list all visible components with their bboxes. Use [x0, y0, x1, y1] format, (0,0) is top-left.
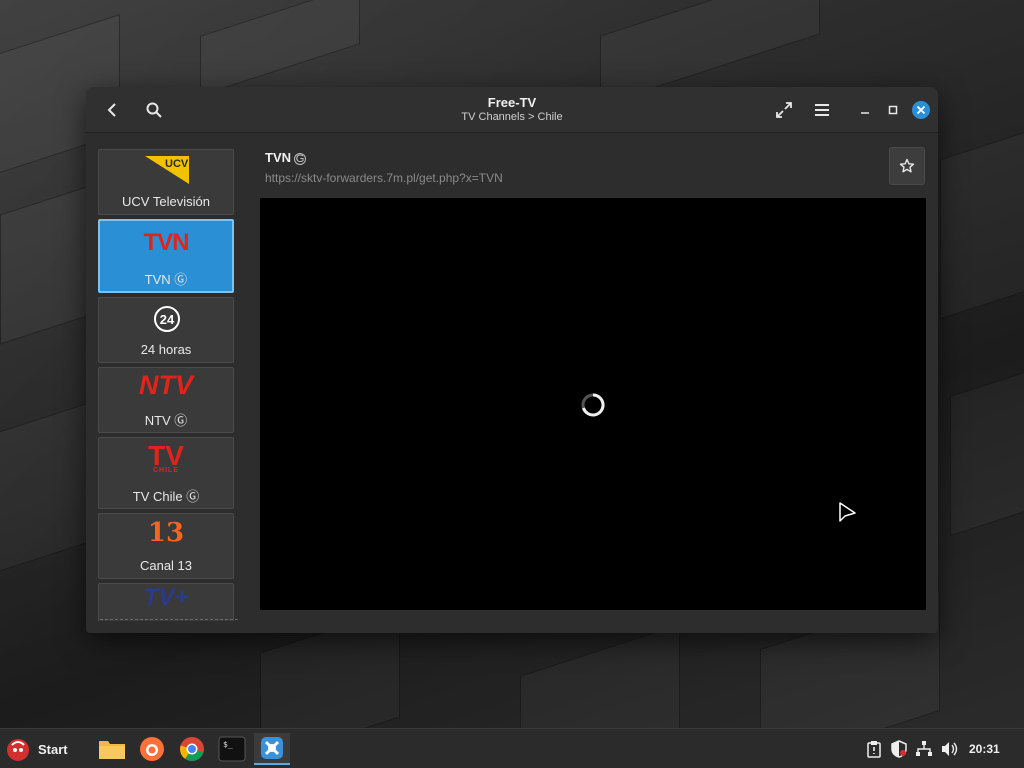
freetv-icon	[261, 737, 283, 759]
volume-icon	[942, 742, 958, 756]
clipboard-icon	[867, 741, 881, 758]
network-icon	[916, 741, 932, 756]
channel-url: https://sktv-forwarders.7m.pl/get.php?x=…	[265, 171, 503, 185]
tray-clipboard[interactable]	[864, 739, 884, 759]
channel-item-tv-plus[interactable]: TV+	[98, 583, 234, 621]
svg-text:$_: $_	[223, 740, 233, 749]
taskbar: Start $_ 20:31	[0, 728, 1024, 768]
window-title-block: Free-TV TV Channels > Chile	[386, 95, 638, 123]
channel-list[interactable]: UCV UCV Televisión TVN TVN Ⓖ 24 24 horas…	[98, 147, 236, 621]
tray-firewall[interactable]	[889, 739, 909, 759]
channel-label: NTV Ⓖ	[144, 413, 188, 428]
24-horas-logo-icon: 24	[154, 306, 180, 332]
channel-label: TV Chile Ⓖ	[132, 489, 200, 504]
star-icon	[899, 158, 915, 173]
channel-label: Canal 13	[139, 558, 193, 573]
channel-label: UCV Televisión	[122, 194, 210, 209]
channel-item-tv-chile[interactable]: TV CHILE TV Chile Ⓖ	[98, 437, 234, 509]
tvn-logo-icon: TVN	[143, 229, 190, 256]
channel-item-tvn[interactable]: TVN TVN Ⓖ	[98, 219, 234, 293]
mouse-cursor-icon	[839, 502, 856, 522]
taskbar-app-terminal[interactable]: $_	[214, 733, 250, 765]
canal-13-logo-icon: 13	[147, 518, 185, 548]
window-title: Free-TV	[487, 95, 537, 110]
back-button[interactable]	[96, 94, 128, 126]
shield-icon	[891, 740, 907, 758]
start-label: Start	[38, 741, 68, 757]
channel-item-canal-13[interactable]: 13 Canal 13	[98, 513, 234, 579]
start-button[interactable]: Start	[4, 733, 80, 765]
loading-spinner-icon	[581, 393, 605, 417]
taskbar-app-firefox[interactable]	[134, 733, 170, 765]
clock[interactable]: 20:31	[969, 742, 1000, 756]
tv-plus-logo-icon: TV+	[143, 584, 189, 611]
channel-item-ucv[interactable]: UCV UCV Televisión	[98, 149, 234, 215]
taskbar-app-freetv[interactable]	[254, 733, 290, 765]
start-menu-icon	[7, 739, 29, 761]
fullscreen-button[interactable]	[768, 94, 800, 126]
tv-chile-logo-icon: TV CHILE	[99, 440, 233, 474]
maximize-icon	[888, 105, 898, 115]
channel-label: TVN Ⓖ	[144, 272, 188, 287]
hamburger-menu-icon	[815, 104, 829, 116]
chrome-icon	[180, 737, 204, 761]
folder-icon	[99, 741, 125, 759]
close-icon	[912, 101, 930, 119]
channel-item-ntv[interactable]: NTV NTV Ⓖ	[98, 367, 234, 433]
firefox-icon	[140, 737, 164, 761]
search-icon	[146, 102, 162, 118]
svg-text:24: 24	[160, 312, 175, 327]
ntv-logo-icon: NTV	[139, 370, 193, 400]
taskbar-app-chrome[interactable]	[174, 733, 210, 765]
app-window: Free-TV TV Channels > Chile UCV UCV Tele…	[86, 87, 938, 633]
header-bar: Free-TV TV Channels > Chile	[86, 87, 938, 133]
tv-chile-logo-subtext: CHILE	[153, 467, 179, 474]
geo-badge: G	[294, 153, 306, 165]
window-subtitle: TV Channels > Chile	[461, 111, 563, 123]
scroll-indicator	[100, 619, 238, 620]
terminal-icon: $_	[218, 736, 246, 762]
channel-name: TVN	[265, 150, 291, 165]
channel-title: TVN G	[265, 150, 306, 165]
tray-network[interactable]	[914, 739, 934, 759]
menu-button[interactable]	[806, 94, 838, 126]
search-button[interactable]	[138, 94, 170, 126]
favorite-button[interactable]	[889, 147, 925, 185]
minimize-icon	[861, 112, 869, 114]
tray-volume[interactable]	[940, 739, 960, 759]
ucv-logo-icon: UCV	[145, 156, 189, 184]
channel-item-24-horas[interactable]: 24 24 horas	[98, 297, 234, 363]
expand-icon	[776, 102, 792, 118]
video-player[interactable]	[260, 198, 926, 610]
taskbar-app-files[interactable]	[94, 733, 130, 765]
svg-text:UCV: UCV	[165, 158, 189, 170]
chevron-left-icon	[107, 103, 116, 117]
channel-label: 24 horas	[140, 342, 192, 357]
close-button[interactable]	[905, 94, 937, 126]
